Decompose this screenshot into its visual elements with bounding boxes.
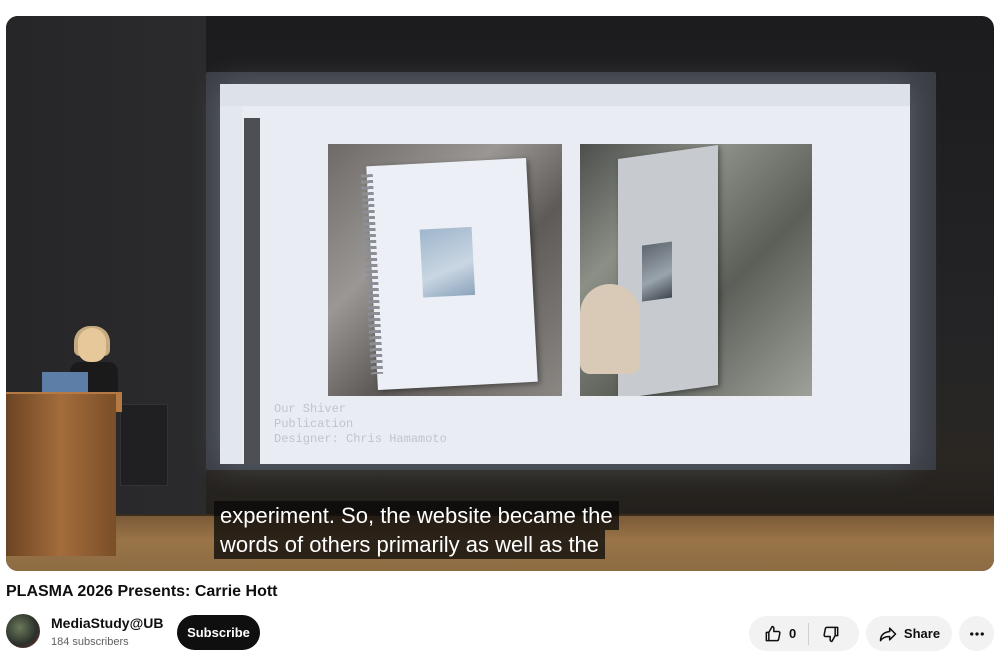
slide-photo-held-book xyxy=(580,144,812,396)
podium xyxy=(6,394,116,556)
like-count: 0 xyxy=(789,626,797,641)
projected-browser-bar xyxy=(220,84,910,106)
stage-monitor xyxy=(120,404,168,486)
share-button[interactable]: Share xyxy=(866,616,952,651)
spiral-binding xyxy=(360,174,384,375)
book-cover-image-angled xyxy=(642,241,672,302)
projected-dark-strip xyxy=(244,118,260,464)
slide-caption-line: Our Shiver xyxy=(274,402,347,416)
channel-name[interactable]: MediaStudy@UB xyxy=(51,615,163,631)
channel-avatar[interactable] xyxy=(6,614,40,648)
laptop xyxy=(42,372,88,394)
dislike-button[interactable] xyxy=(809,616,853,651)
video-player[interactable]: Our Shiver Publication Designer: Chris Ham… xyxy=(6,16,994,571)
more-actions-button[interactable] xyxy=(959,616,994,651)
share-label: Share xyxy=(903,626,941,641)
thumb-up-icon xyxy=(763,624,783,644)
speaker-head xyxy=(78,328,106,362)
closed-captions: experiment. So, the website became the w… xyxy=(214,501,619,559)
caption-line-2: words of others primarily as well as the xyxy=(214,530,606,559)
projected-browser-sidebar xyxy=(220,106,242,464)
subscribe-button[interactable]: Subscribe xyxy=(177,615,260,650)
subscriber-count: 184 subscribers xyxy=(51,636,129,648)
thumb-down-icon xyxy=(821,624,841,644)
like-button[interactable]: 0 xyxy=(749,616,808,651)
hand xyxy=(580,284,640,374)
book-cover-image xyxy=(419,226,476,298)
book-cover xyxy=(360,157,538,391)
share-arrow-icon xyxy=(878,624,898,644)
slide-caption-line: Publication xyxy=(274,417,354,431)
like-dislike-group: 0 xyxy=(749,616,859,651)
slide-caption: Our Shiver Publication Designer: Chris Ham… xyxy=(274,402,447,447)
video-title: PLASMA 2026 Presents: Carrie Hott xyxy=(6,583,278,600)
caption-line-1: experiment. So, the website became the xyxy=(214,501,619,530)
slide-photo-spiral-book xyxy=(328,144,562,396)
slide-caption-line: Designer: Chris Hamamoto xyxy=(274,432,447,446)
more-horizontal-icon xyxy=(968,625,986,643)
